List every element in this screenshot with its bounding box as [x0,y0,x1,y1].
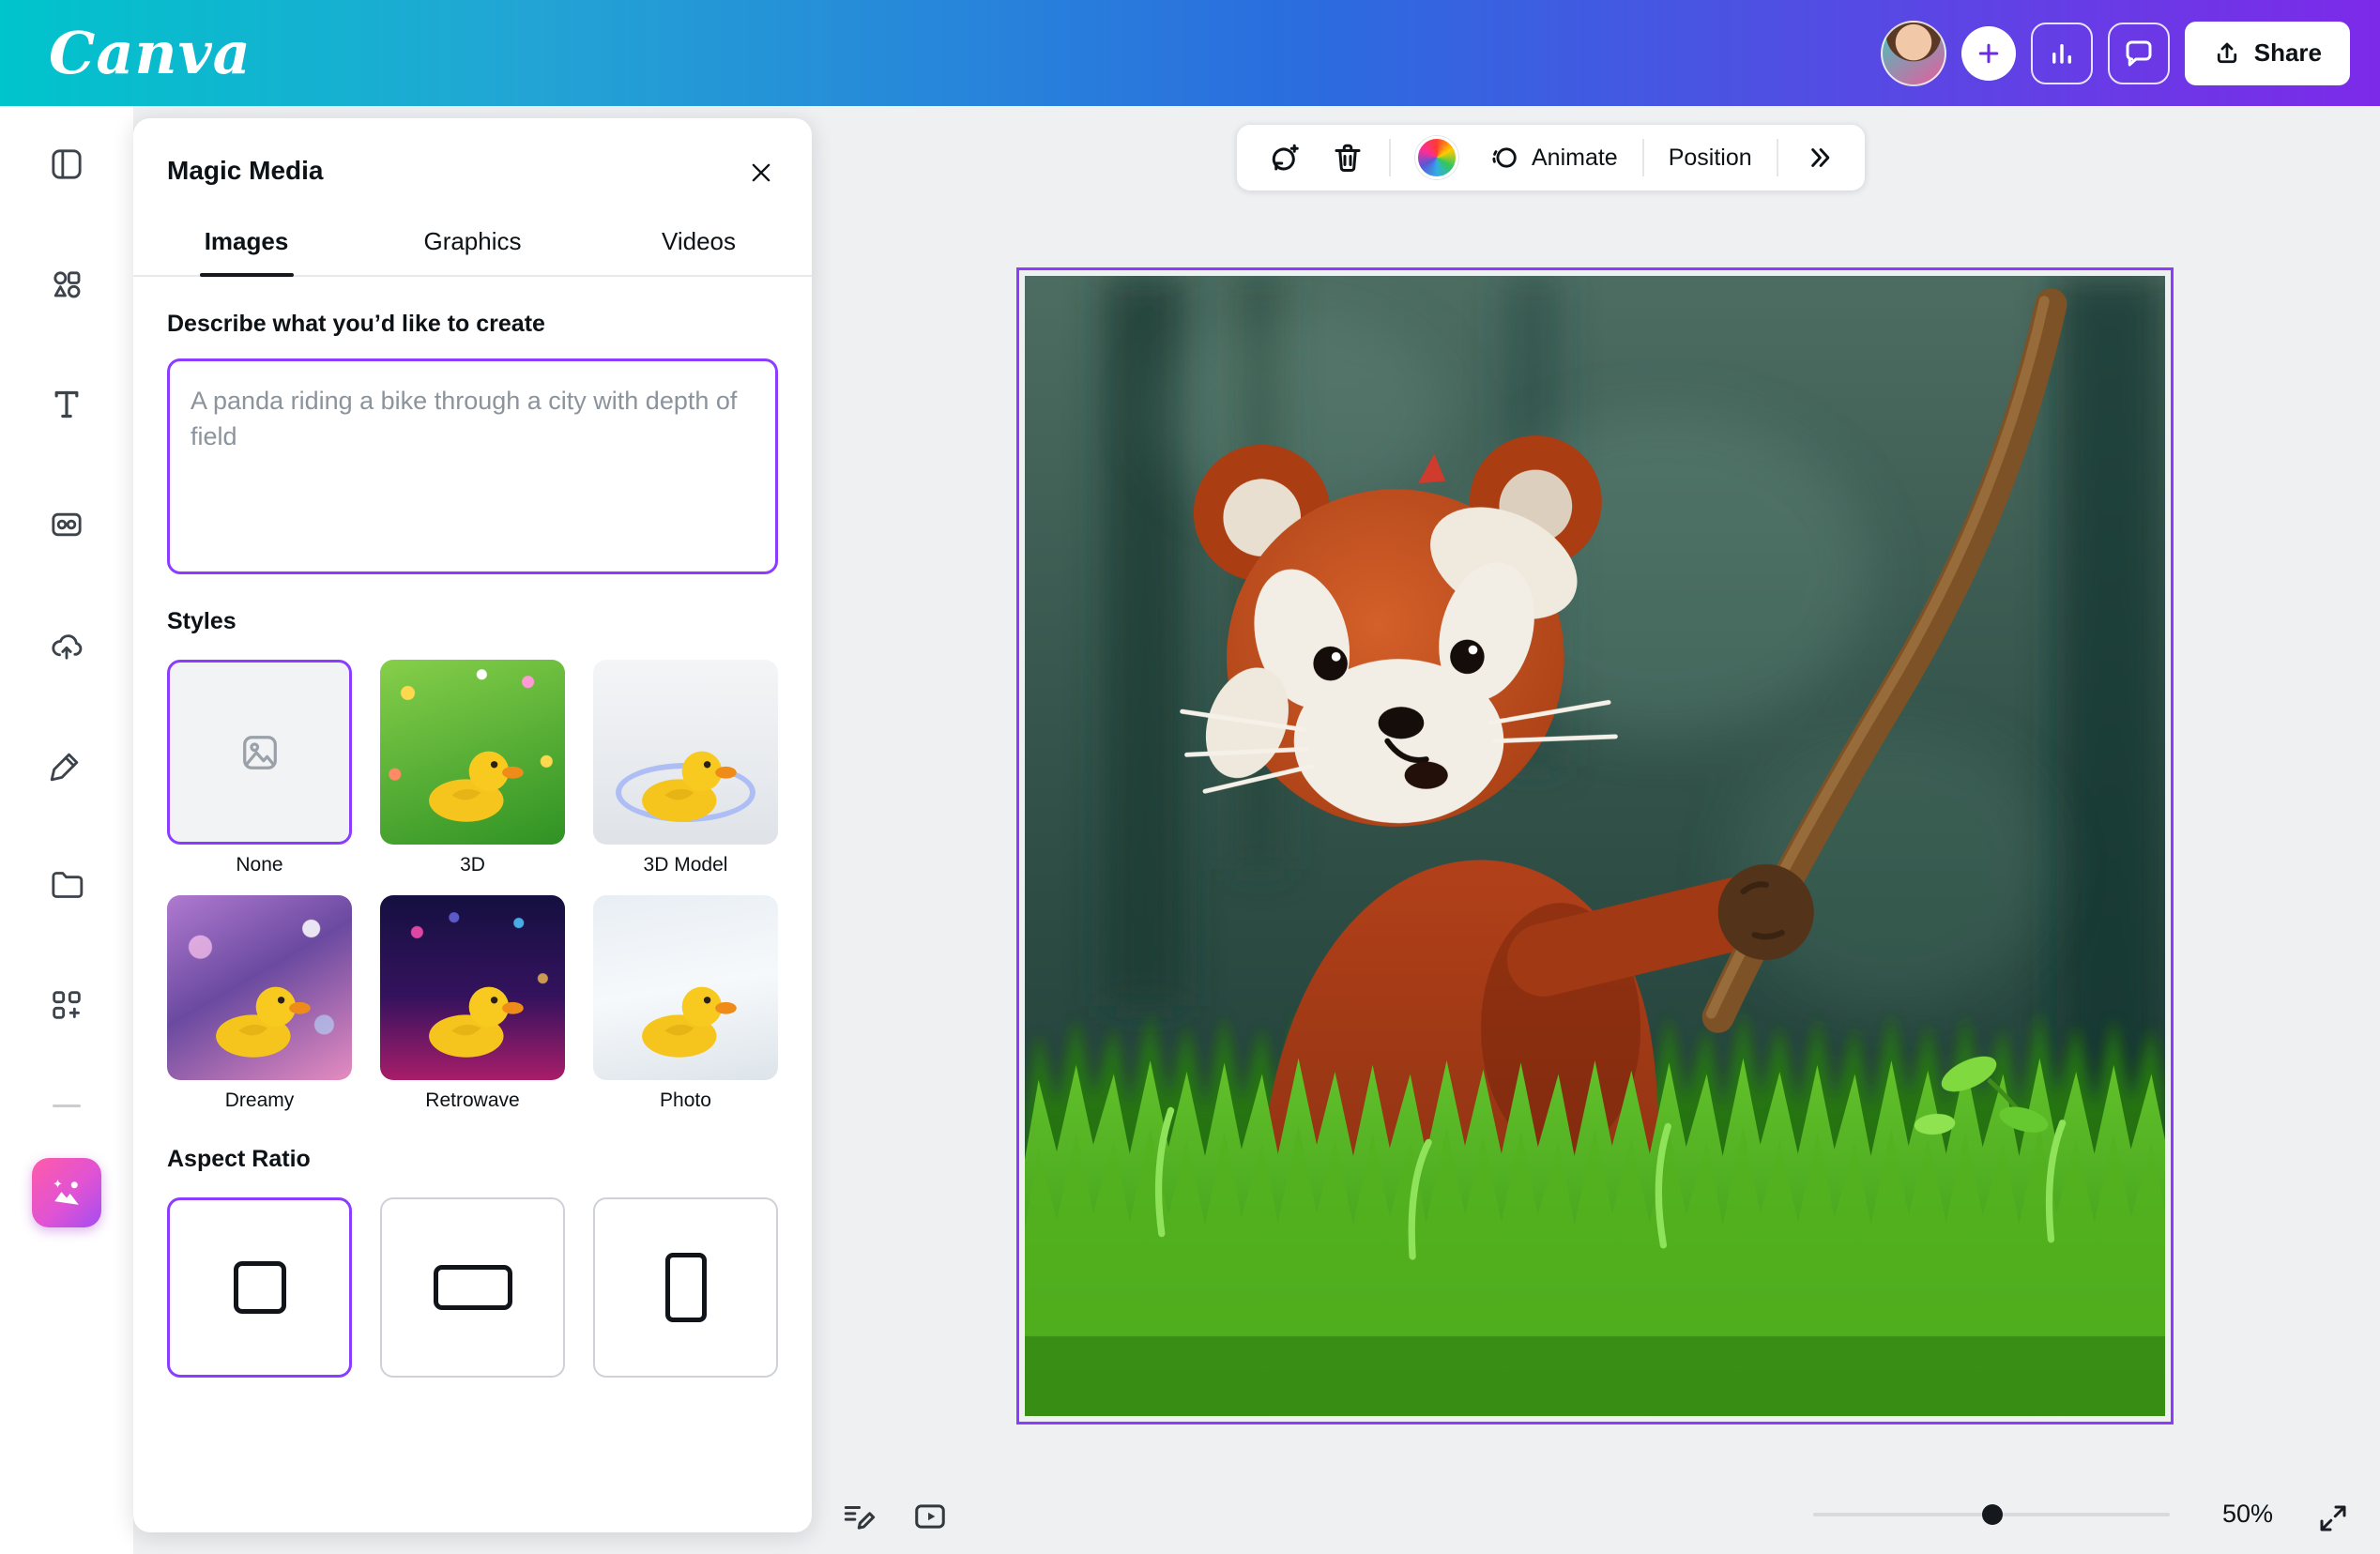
sidebar-item-text[interactable] [40,378,93,431]
insights-button[interactable] [2031,23,2093,84]
tab-graphics[interactable]: Graphics [359,212,586,275]
canva-logo[interactable]: Canva [49,19,252,87]
sidebar-item-apps[interactable] [40,979,93,1031]
duck-dreamy-thumb [193,972,327,1065]
top-bar-actions: Share [1881,21,2350,86]
sidebar-item-brand[interactable] [40,498,93,551]
present-icon [912,1499,948,1534]
toolbar-divider [1777,139,1778,176]
toolbar-divider [1389,139,1391,176]
apps-icon [48,986,85,1024]
duck-3d-model-thumb [619,737,753,830]
sidebar-item-uploads[interactable] [40,618,93,671]
close-icon [748,160,774,186]
sidebar-item-elements[interactable] [40,258,93,311]
sidebar-divider [53,1105,81,1107]
position-button[interactable]: Position [1663,139,1758,177]
duck-3d-thumb [406,737,540,830]
expand-icon [2316,1501,2350,1535]
notes-button[interactable] [833,1492,882,1541]
landscape-ratio-icon [434,1265,512,1310]
styles-grid: None 3D 3D Model [167,660,778,1112]
sidebar-item-design[interactable] [40,138,93,190]
style-option-none[interactable]: None [167,660,352,876]
more-chevrons-icon [1803,142,1835,174]
zoom-slider-thumb[interactable] [1982,1504,2003,1525]
style-option-3d-model[interactable]: 3D Model [593,660,778,876]
aspect-ratio-label: Aspect Ratio [167,1146,778,1173]
duck-retrowave-thumb [406,972,540,1065]
fullscreen-button[interactable] [2311,1496,2356,1541]
position-label: Position [1669,145,1752,172]
animate-icon [1488,142,1520,174]
design-icon [48,145,85,183]
color-picker-button[interactable] [1410,130,1464,185]
image-toolbar: Animate Position [1237,125,1865,190]
notes-icon [840,1499,876,1534]
comments-icon [2122,37,2156,70]
red-panda-artwork [1025,276,2165,1416]
style-option-retrowave[interactable]: Retrowave [380,895,565,1112]
style-option-dreamy[interactable]: Dreamy [167,895,352,1112]
regenerate-button[interactable] [1261,135,1306,180]
styles-label: Styles [167,608,778,635]
more-tools-button[interactable] [1797,136,1840,179]
describe-label: Describe what you’d like to create [167,311,778,338]
add-member-icon [1975,39,2003,68]
tab-videos[interactable]: Videos [586,212,812,275]
image-placeholder-icon [238,731,282,774]
canva-app: Canva Share [0,0,2380,1554]
aspect-portrait-button[interactable] [593,1197,778,1378]
regenerate-icon [1267,141,1301,175]
top-bar: Canva Share [0,0,2380,106]
panel-title: Magic Media [167,156,778,186]
tab-images[interactable]: Images [133,212,359,275]
style-option-3d[interactable]: 3D [380,660,565,876]
close-panel-button[interactable] [739,150,784,195]
draw-icon [48,746,85,784]
color-wheel-icon [1415,136,1458,179]
present-button[interactable] [906,1492,954,1541]
portrait-ratio-icon [665,1253,707,1322]
elements-icon [48,266,85,303]
trash-icon [1331,141,1365,175]
delete-button[interactable] [1325,135,1370,180]
magic-media-icon [46,1172,87,1213]
sidebar [0,106,133,1554]
insights-icon [2045,37,2079,70]
aspect-ratio-options [167,1197,778,1378]
sidebar-item-magic-media[interactable] [32,1158,101,1227]
share-label: Share [2254,38,2322,68]
sidebar-item-draw[interactable] [40,739,93,791]
animate-button[interactable]: Animate [1483,136,1624,179]
aspect-square-button[interactable] [167,1197,352,1378]
magic-media-panel: Magic Media Images Graphics Videos Descr… [133,118,812,1532]
aspect-landscape-button[interactable] [380,1197,565,1378]
upload-icon [2213,39,2241,68]
sidebar-item-projects[interactable] [40,859,93,911]
animate-label: Animate [1532,145,1618,172]
text-icon [48,386,85,423]
selected-image[interactable] [1016,267,2174,1424]
toolbar-divider [1642,139,1644,176]
square-ratio-icon [234,1261,286,1314]
style-option-photo[interactable]: Photo [593,895,778,1112]
duck-photo-thumb [619,972,753,1065]
add-member-button[interactable] [1961,26,2016,81]
projects-icon [48,866,85,904]
share-button[interactable]: Share [2185,22,2350,85]
prompt-input[interactable] [167,358,778,574]
zoom-level: 50% [2205,1500,2290,1529]
comments-button[interactable] [2108,23,2170,84]
uploads-icon [48,626,85,663]
brand-icon [48,506,85,543]
panel-tabs: Images Graphics Videos [133,212,812,277]
avatar[interactable] [1881,21,1946,86]
